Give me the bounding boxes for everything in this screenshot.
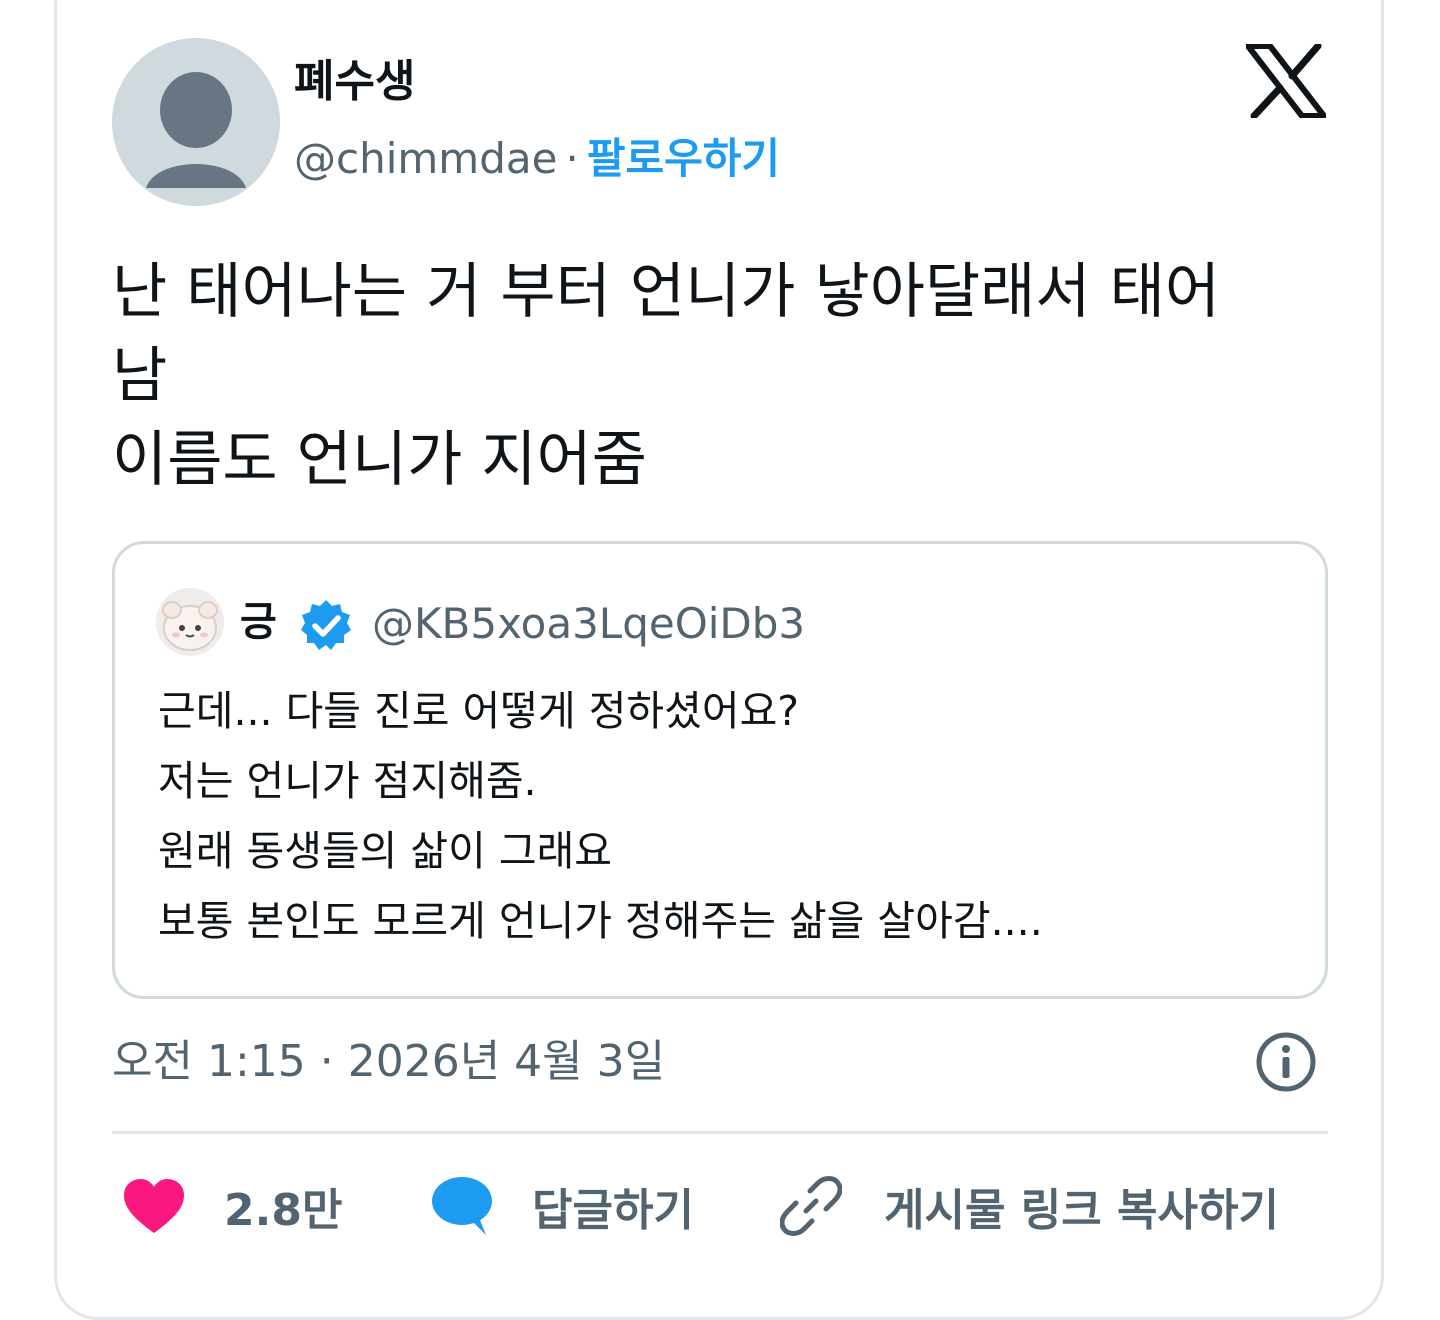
copy-link-label: 게시물 링크 복사하기 xyxy=(884,1185,1279,1236)
link-icon xyxy=(780,1176,842,1236)
tweet-text-line: 남 xyxy=(112,341,168,411)
tweet-timestamp[interactable]: 오전 1:15 · 2026년 4월 3일 xyxy=(112,1030,665,1094)
like-button[interactable]: 2.8만 xyxy=(122,1168,342,1244)
reply-label: 답글하기 xyxy=(532,1185,694,1236)
speech-bubble-icon xyxy=(432,1177,492,1235)
tweet-text-line: 난 태어나는 거 부터 언니가 낳아달래서 태어 xyxy=(112,257,1221,327)
quoted-text-line: 저는 언니가 점지해줌. xyxy=(158,757,537,805)
info-icon[interactable] xyxy=(1254,1030,1318,1094)
quoted-text-line: 보통 본인도 모르게 언니가 정해주는 삶을 살아감.... xyxy=(158,897,1043,945)
follow-button[interactable]: 팔로우하기 xyxy=(587,134,780,183)
tweet-text-line: 이름도 언니가 지어줌 xyxy=(112,425,647,495)
author-handle[interactable]: @chimmdae xyxy=(294,134,557,183)
quoted-handle[interactable]: @KB5xoa3LqeOiDb3 xyxy=(372,596,805,652)
like-count: 2.8만 xyxy=(224,1185,343,1236)
quoted-text: 근데... 다들 진로 어떻게 정하셨어요? 저는 언니가 점지해줌. 원래 동… xyxy=(158,676,1043,956)
character-avatar-icon xyxy=(156,588,224,656)
tweet-text: 난 태어나는 거 부터 언니가 낳아달래서 태어 남 이름도 언니가 지어줌 xyxy=(112,250,1322,502)
heart-icon xyxy=(124,1179,184,1233)
quoted-author-avatar[interactable] xyxy=(156,588,224,656)
reply-button[interactable]: 답글하기 xyxy=(430,1168,694,1244)
copy-link-button[interactable]: 게시물 링크 복사하기 xyxy=(780,1168,1279,1244)
divider xyxy=(112,1131,1328,1134)
verified-badge-icon xyxy=(301,600,351,650)
author-display-name[interactable]: 폐수생 xyxy=(294,52,415,112)
quoted-display-name[interactable]: 긍 xyxy=(240,594,277,650)
separator-dot: · xyxy=(565,134,579,183)
quoted-text-line: 원래 동생들의 삶이 그래요 xyxy=(158,827,613,875)
quoted-text-line: 근데... 다들 진로 어떻게 정하셨어요? xyxy=(158,687,800,735)
author-handle-line: @chimmdae · 팔로우하기 xyxy=(294,130,780,188)
default-avatar-icon xyxy=(112,38,280,206)
author-avatar[interactable] xyxy=(112,38,280,206)
x-logo-icon[interactable] xyxy=(1246,44,1326,118)
